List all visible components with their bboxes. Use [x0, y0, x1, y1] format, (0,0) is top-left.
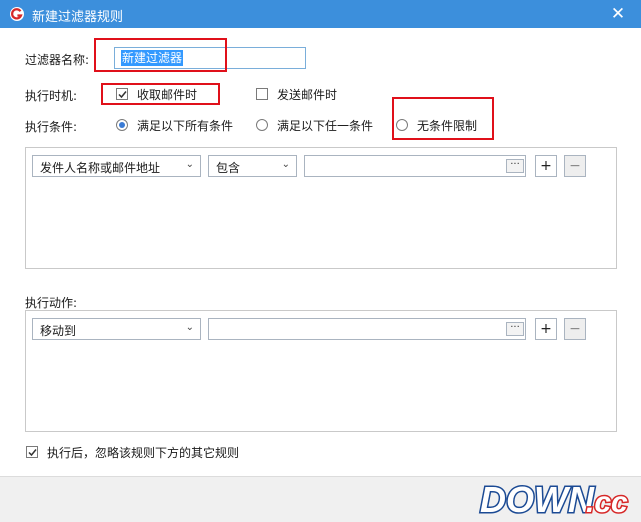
filter-rule-dialog: 新建过滤器规则 ✕ 过滤器名称: 新建过滤器 执行时机: 收取邮件时 发送邮件时…: [0, 0, 641, 522]
send-mail-checkbox[interactable]: [256, 88, 268, 100]
condition-field-dropdown[interactable]: 发件人名称或邮件地址 ⌄: [32, 155, 201, 177]
app-logo-icon: [10, 7, 24, 21]
chevron-down-icon: ⌄: [185, 159, 194, 170]
filter-name-value: 新建过滤器: [121, 50, 184, 66]
condition-operator-dropdown[interactable]: 包含 ⌄: [208, 155, 297, 177]
ignore-rules-checkbox[interactable]: [26, 446, 38, 458]
chevron-down-icon: ⌄: [185, 322, 194, 333]
add-condition-button[interactable]: +: [535, 155, 557, 177]
remove-action-button[interactable]: −: [564, 318, 586, 340]
close-icon[interactable]: ✕: [608, 4, 628, 24]
action-more-button[interactable]: ···: [506, 322, 524, 336]
no-condition-radio[interactable]: [396, 119, 408, 131]
watermark-logo: DOWN .cc: [479, 478, 630, 521]
add-action-button[interactable]: +: [535, 318, 557, 340]
actions-label: 执行动作:: [25, 296, 78, 310]
remove-condition-button[interactable]: −: [564, 155, 586, 177]
check-icon: [28, 449, 37, 457]
receive-mail-label: 收取邮件时: [137, 88, 198, 102]
check-icon: [118, 91, 127, 99]
svg-text:DOWN: DOWN: [480, 479, 595, 520]
actions-panel: 移动到 ⌄ ··· + −: [25, 310, 617, 432]
condition-label: 执行条件:: [25, 120, 78, 134]
match-any-label: 满足以下任一条件: [277, 119, 374, 133]
action-target-input[interactable]: ···: [208, 318, 526, 340]
match-all-label: 满足以下所有条件: [137, 119, 234, 133]
send-mail-label: 发送邮件时: [277, 88, 338, 102]
condition-field-value: 发件人名称或邮件地址: [40, 161, 161, 175]
filter-name-input[interactable]: 新建过滤器: [114, 47, 306, 69]
filter-name-label: 过滤器名称:: [25, 53, 90, 67]
svg-text:.cc: .cc: [586, 486, 628, 519]
no-condition-label: 无条件限制: [417, 119, 478, 133]
condition-operator-value: 包含: [216, 161, 241, 175]
match-any-radio[interactable]: [256, 119, 268, 131]
action-type-value: 移动到: [40, 324, 77, 338]
chevron-down-icon: ⌄: [281, 159, 290, 170]
conditions-panel: 发件人名称或邮件地址 ⌄ 包含 ⌄ ··· + −: [25, 147, 617, 269]
condition-value-input[interactable]: ···: [304, 155, 526, 177]
match-all-radio[interactable]: [116, 119, 128, 131]
condition-more-button[interactable]: ···: [506, 159, 524, 173]
timing-label: 执行时机:: [25, 89, 78, 103]
receive-mail-checkbox[interactable]: [116, 88, 128, 100]
ignore-rules-label: 执行后，忽略该规则下方的其它规则: [47, 446, 240, 460]
window-title: 新建过滤器规则: [32, 10, 124, 25]
title-bar[interactable]: 新建过滤器规则 ✕: [0, 0, 641, 28]
action-type-dropdown[interactable]: 移动到 ⌄: [32, 318, 201, 340]
